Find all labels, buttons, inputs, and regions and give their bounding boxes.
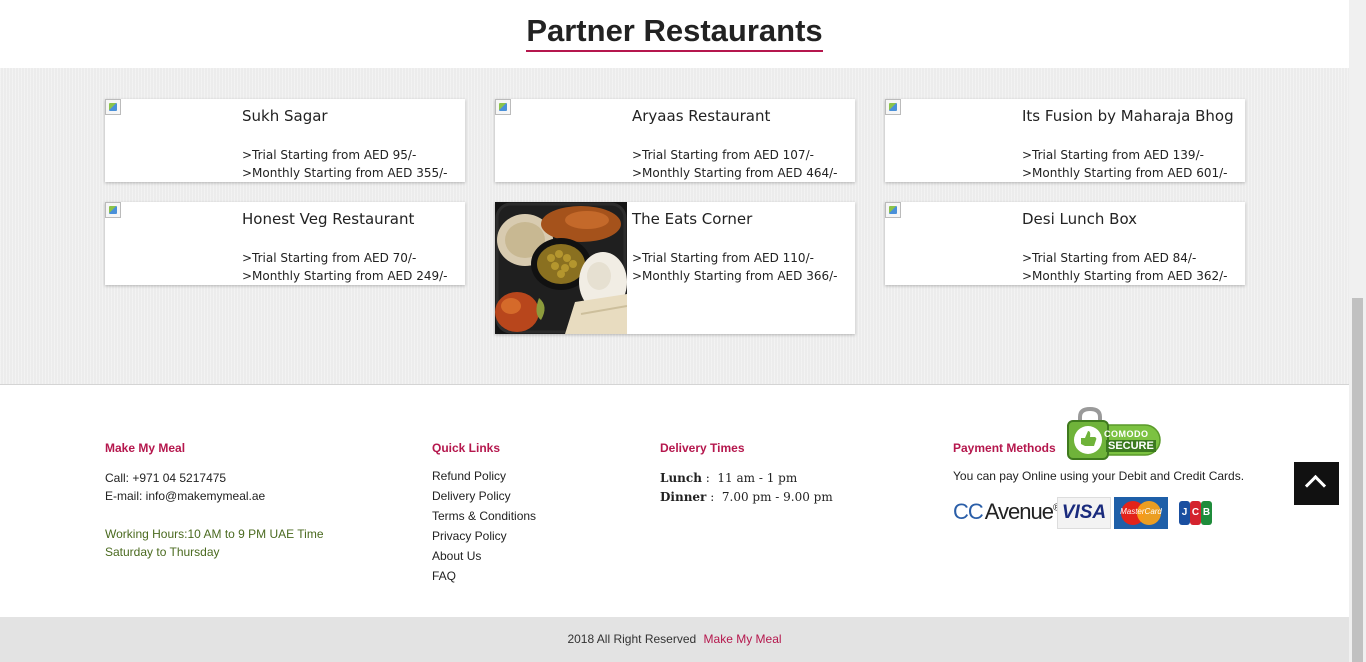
footer-delivery-times: Delivery Times Lunch : 11 am - 1 pm Dinn… xyxy=(660,441,900,507)
restaurant-name[interactable]: Sukh Sagar xyxy=(242,107,328,125)
restaurant-card-its-fusion[interactable]: Its Fusion by Maharaja Bhog >Trial Start… xyxy=(885,99,1245,182)
broken-image-icon xyxy=(105,99,121,115)
restaurant-card-desi-lunch-box[interactable]: Desi Lunch Box >Trial Starting from AED … xyxy=(885,202,1245,285)
monthly-price: >Monthly Starting from AED 601/- xyxy=(1022,166,1228,180)
lunch-time-row: Lunch : 11 am - 1 pm xyxy=(660,471,798,485)
restaurant-name[interactable]: The Eats Corner xyxy=(632,210,752,228)
food-photo[interactable] xyxy=(495,202,627,334)
monthly-price: >Monthly Starting from AED 249/- xyxy=(242,269,448,283)
restaurant-name[interactable]: Its Fusion by Maharaja Bhog xyxy=(1022,107,1234,125)
restaurant-card-aryaas[interactable]: Aryaas Restaurant >Trial Starting from A… xyxy=(495,99,855,182)
page: Partner Restaurants Sukh Sagar >Trial St… xyxy=(0,0,1349,662)
visa-logo: VISA xyxy=(1057,497,1111,529)
mastercard-logo: MasterCard xyxy=(1114,497,1168,529)
trial-price: >Trial Starting from AED 95/- xyxy=(242,148,417,162)
monthly-price: >Monthly Starting from AED 464/- xyxy=(632,166,838,180)
vertical-scrollbar[interactable] xyxy=(1349,0,1366,662)
footer-about-heading: Make My Meal xyxy=(105,441,186,455)
dinner-time-row: Dinner : 7.00 pm - 9.00 pm xyxy=(660,490,833,504)
comodo-secure-badge: COMODO SECURE xyxy=(1066,406,1162,461)
restaurant-card-sukh-sagar[interactable]: Sukh Sagar >Trial Starting from AED 95/-… xyxy=(105,99,465,182)
back-to-top-button[interactable] xyxy=(1294,462,1339,505)
quick-links-heading: Quick Links xyxy=(432,441,501,455)
contact-email: E-mail: info@makemymeal.ae xyxy=(105,489,266,503)
restaurant-name[interactable]: Honest Veg Restaurant xyxy=(242,210,414,228)
footer-quick-links: Quick Links Refund Policy Delivery Polic… xyxy=(432,441,632,586)
link-refund-policy[interactable]: Refund Policy xyxy=(432,466,632,486)
copyright-brand-link[interactable]: Make My Meal xyxy=(704,632,782,646)
restaurant-name[interactable]: Desi Lunch Box xyxy=(1022,210,1137,228)
trial-price: >Trial Starting from AED 139/- xyxy=(1022,148,1204,162)
ccavenue-logo: CCAvenue® xyxy=(953,499,1060,524)
comodo-badge-line2: SECURE xyxy=(1106,440,1156,452)
link-delivery-policy[interactable]: Delivery Policy xyxy=(432,486,632,506)
trial-price: >Trial Starting from AED 110/- xyxy=(632,251,814,265)
jcb-logo: J C B xyxy=(1179,501,1213,525)
monthly-price: >Monthly Starting from AED 366/- xyxy=(632,269,838,283)
link-faq[interactable]: FAQ xyxy=(432,566,632,586)
link-about-us[interactable]: About Us xyxy=(432,546,632,566)
working-days: Saturday to Thursday xyxy=(105,545,220,559)
dinner-label: Dinner xyxy=(660,490,707,504)
scrollbar-thumb[interactable] xyxy=(1352,298,1363,662)
link-privacy-policy[interactable]: Privacy Policy xyxy=(432,526,632,546)
restaurant-card-honest-veg[interactable]: Honest Veg Restaurant >Trial Starting fr… xyxy=(105,202,465,285)
broken-image-icon xyxy=(495,99,511,115)
comodo-badge-line1: COMODO xyxy=(1104,429,1149,439)
broken-image-icon xyxy=(885,202,901,218)
trial-price: >Trial Starting from AED 70/- xyxy=(242,251,417,265)
section-header: Partner Restaurants xyxy=(0,0,1349,68)
contact-phone: Call: +971 04 5217475 xyxy=(105,471,227,485)
delivery-times-heading: Delivery Times xyxy=(660,441,745,455)
footer-about: Make My Meal Call: +971 04 5217475 E-mai… xyxy=(105,441,405,561)
monthly-price: >Monthly Starting from AED 355/- xyxy=(242,166,448,180)
payment-methods-text: You can pay Online using your Debit and … xyxy=(953,469,1245,483)
restaurant-list: Sukh Sagar >Trial Starting from AED 95/-… xyxy=(0,68,1349,385)
working-hours: Working Hours:10 AM to 9 PM UAE Time xyxy=(105,527,324,541)
copyright-bar: 2018 All Right Reserved Make My Meal xyxy=(0,617,1349,662)
monthly-price: >Monthly Starting from AED 362/- xyxy=(1022,269,1228,283)
broken-image-icon xyxy=(885,99,901,115)
broken-image-icon xyxy=(105,202,121,218)
page-title: Partner Restaurants xyxy=(526,14,823,52)
dinner-time: 7.00 pm - 9.00 pm xyxy=(721,490,833,504)
restaurant-card-eats-corner[interactable]: The Eats Corner >Trial Starting from AED… xyxy=(495,202,855,334)
link-terms-conditions[interactable]: Terms & Conditions xyxy=(432,506,632,526)
lunch-time: 11 am - 1 pm xyxy=(717,471,798,485)
lunch-label: Lunch xyxy=(660,471,702,485)
trial-price: >Trial Starting from AED 107/- xyxy=(632,148,814,162)
restaurant-name[interactable]: Aryaas Restaurant xyxy=(632,107,770,125)
trial-price: >Trial Starting from AED 84/- xyxy=(1022,251,1197,265)
copyright-text: 2018 All Right Reserved xyxy=(567,632,697,646)
